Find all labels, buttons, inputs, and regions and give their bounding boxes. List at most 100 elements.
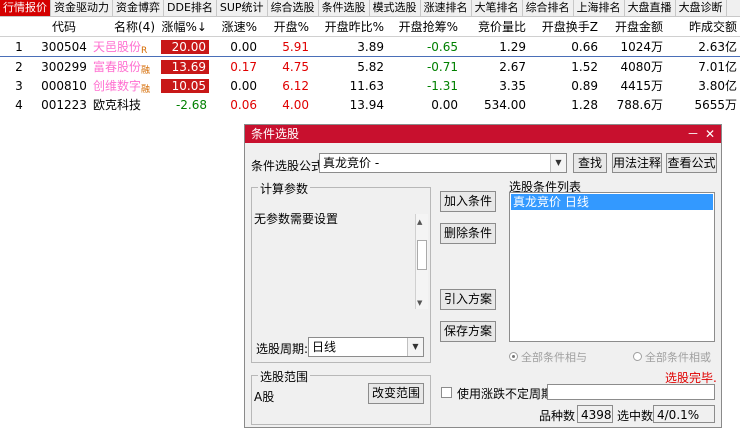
column-header[interactable]: 竞价量比 [461, 17, 529, 37]
params-title: 计算参数 [258, 180, 311, 197]
tab-item[interactable]: 大盘直播 [625, 0, 676, 16]
stock-code: 000810 [41, 78, 87, 93]
tab-item[interactable]: 行情报价 [0, 0, 51, 16]
and-label: 全部条件相与 [521, 351, 587, 364]
open-pct: 4.75 [282, 59, 309, 74]
or-label: 全部条件相或 [645, 351, 711, 364]
table-row[interactable]: 1 300504 天邑股份R 20.00 0.00 5.91 3.89 -0.65 1.29 0.… [0, 36, 740, 57]
period-value: 日线 [312, 340, 337, 354]
open-grab-pct: -0.65 [387, 36, 461, 57]
list-item[interactable]: 真龙竞价 日线 [511, 194, 713, 210]
change-speed: 0.06 [230, 97, 257, 112]
params-group: 计算参数 无参数需要设置 ▲ ▼ 选股周期: 日线 ▼ [251, 180, 431, 363]
tab-item[interactable]: 综合选股 [268, 0, 319, 16]
period-select[interactable]: 日线 ▼ [308, 337, 424, 357]
tab-item[interactable]: 模式选股 [370, 0, 421, 16]
open-prev-ratio: 13.94 [349, 97, 384, 112]
change-scope-button[interactable]: 改变范围 [368, 383, 424, 404]
condition-list[interactable]: 真龙竞价 日线 [509, 192, 715, 342]
margin-flag: R [141, 46, 148, 56]
prev-amount: 7.01亿 [698, 60, 737, 74]
tab-item[interactable]: 大盘诊断 [676, 0, 727, 16]
usage-button[interactable]: 用法注释 [612, 153, 662, 173]
table-row[interactable]: 3 000810 创维数字融 10.05 0.00 6.12 11.63 -1.31 3.35 0… [0, 76, 740, 95]
stock-code: 300299 [41, 59, 87, 74]
stock-name: 欧克科技 [90, 95, 158, 114]
column-header[interactable]: 代码 [38, 17, 90, 37]
open-grab-pct: -1.31 [426, 78, 458, 93]
change-speed: 0.00 [230, 78, 257, 93]
count-label: 品种数 [539, 409, 576, 423]
dialog-title-bar[interactable]: 条件选股 － ✕ [245, 125, 721, 143]
auction-volume-ratio: 3.35 [499, 78, 526, 93]
import-scheme-button[interactable]: 引入方案 [440, 289, 496, 310]
column-header[interactable]: 昨成交额 [666, 17, 740, 37]
open-turnover: 0.66 [529, 36, 601, 57]
delete-condition-button[interactable]: 删除条件 [440, 223, 496, 244]
minimize-icon[interactable]: － [687, 125, 699, 143]
open-prev-ratio: 3.89 [312, 36, 387, 57]
tab-item[interactable]: SUP统计 [217, 0, 268, 16]
stock-code: 300504 [38, 36, 90, 57]
stock-name-text: 创维数字 [93, 79, 142, 93]
column-header[interactable]: 涨速% [210, 17, 260, 37]
save-scheme-button[interactable]: 保存方案 [440, 321, 496, 342]
tab-item[interactable]: 条件选股 [319, 0, 370, 16]
or-radio[interactable] [633, 352, 642, 361]
scroll-up-icon[interactable]: ▲ [417, 218, 422, 226]
limit-up-value: 10.05 [161, 78, 209, 93]
column-header [0, 17, 38, 37]
tab-item[interactable]: 资金博弈 [113, 0, 164, 16]
column-header[interactable]: 开盘% [260, 17, 312, 37]
formula-select[interactable]: 真龙竞价 - ▼ [319, 153, 567, 173]
table-row[interactable]: 4 001223 欧克科技 -2.68 0.06 4.00 13.94 0.00 534.00 1… [0, 95, 740, 114]
stock-name-text: 天邑股份 [93, 40, 142, 54]
tab-item[interactable]: 综合排名 [523, 0, 574, 16]
tab-item[interactable]: 涨速排名 [421, 0, 472, 16]
chevron-down-icon[interactable]: ▼ [550, 154, 566, 172]
find-button[interactable]: 查找 [573, 153, 607, 173]
and-radio[interactable] [509, 352, 518, 361]
row-index: 1 [0, 36, 38, 57]
chevron-down-icon[interactable]: ▼ [407, 338, 423, 356]
tab-item[interactable]: 大笔排名 [472, 0, 523, 16]
column-header[interactable]: 涨幅%↓ [158, 17, 210, 37]
row-index: 3 [15, 78, 23, 93]
tab-item[interactable]: DDE排名 [164, 0, 217, 16]
auction-volume-ratio: 534.00 [484, 97, 526, 112]
tab-item[interactable]: 资金驱动力 [51, 0, 113, 16]
column-header[interactable]: 开盘金额 [601, 17, 666, 37]
table-row[interactable]: 2 300299 富春股份融 13.69 0.17 4.75 5.82 -0.71 2.67 1.… [0, 57, 740, 76]
change-pct: 10.05 [158, 76, 210, 95]
scroll-thumb[interactable] [417, 240, 427, 270]
change-pct: 20.00 [158, 36, 210, 57]
tab-bar: 行情报价 资金驱动力 资金博弈 DDE排名 SUP统计 综合选股 条件选股 模式选股 涨速排名大… [0, 0, 740, 17]
limit-up-value: 20.00 [161, 39, 209, 54]
count-value: 4398 [577, 405, 613, 423]
tab-item[interactable]: 上海排名 [574, 0, 625, 16]
close-icon[interactable]: ✕ [705, 125, 715, 143]
add-condition-button[interactable]: 加入条件 [440, 191, 496, 212]
open-prev-ratio: 11.63 [349, 78, 384, 93]
params-scrollbar[interactable]: ▲ ▼ [415, 214, 428, 309]
row-index: 2 [15, 59, 23, 74]
params-text: 无参数需要设置 [254, 212, 339, 226]
period-checkbox[interactable] [441, 387, 452, 398]
column-header[interactable]: 开盘昨比% [312, 17, 387, 37]
change-speed: 0.00 [210, 36, 260, 57]
change-speed: 0.17 [230, 59, 257, 74]
column-header[interactable]: 名称(4) [90, 17, 158, 37]
period-label: 选股周期: [256, 342, 309, 356]
view-formula-button[interactable]: 查看公式 [666, 153, 717, 173]
stock-name: 天邑股份R [90, 36, 158, 57]
change-pct: -2.68 [175, 97, 207, 112]
limit-up-value: 13.69 [161, 59, 209, 74]
open-amount: 4415万 [620, 79, 663, 93]
quote-table: 代码 名称(4) 涨幅%↓ 涨速% 开盘% 开盘昨比% 开盘抢筹% 竞价量比 开盘换手Z 开盘金额… [0, 17, 740, 114]
scroll-down-icon[interactable]: ▼ [417, 299, 422, 307]
column-header[interactable]: 开盘换手Z [529, 17, 601, 37]
use-period-label: 使用涨跌不定周期 [457, 387, 554, 401]
column-header[interactable]: 开盘抢筹% [387, 17, 461, 37]
period-range-input[interactable] [547, 384, 715, 400]
scope-title: 选股范围 [258, 368, 311, 385]
